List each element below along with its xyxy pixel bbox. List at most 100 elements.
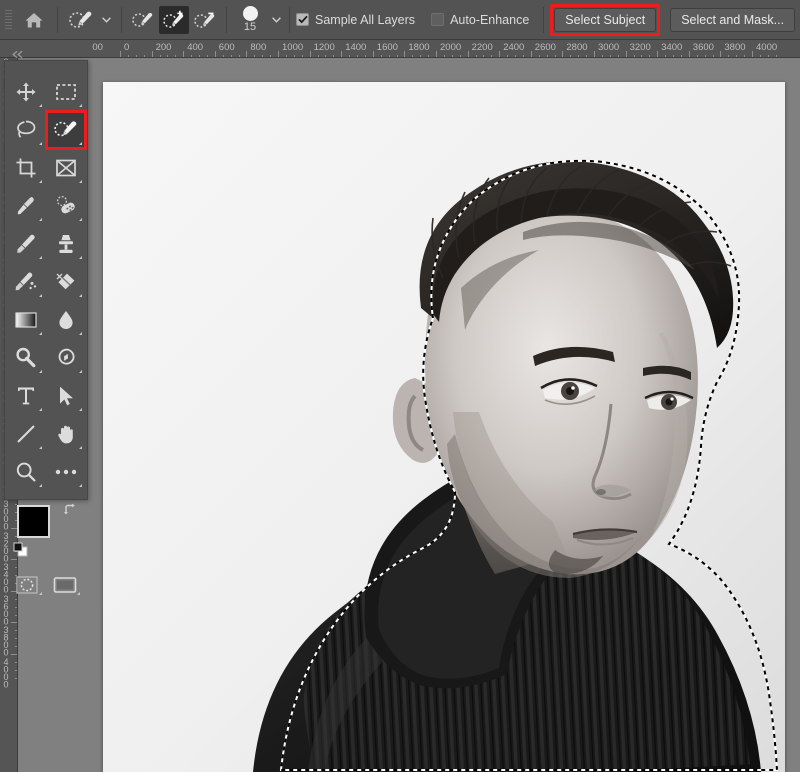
photoshop-window: 15 Sample All Layers Auto-Enhance Select… — [0, 0, 800, 772]
move-tool[interactable] — [6, 73, 46, 111]
tool-options-corner — [39, 294, 42, 297]
ruler-tick-label: 4000 — [1, 657, 11, 687]
ruler-tick — [626, 51, 627, 58]
select-and-mask-button[interactable]: Select and Mask... — [670, 8, 795, 32]
quick-selection-tool[interactable] — [46, 111, 86, 149]
ruler-tick-label: 200 — [156, 43, 172, 53]
brush-size-picker[interactable]: 15 — [233, 4, 283, 36]
ruler-tick — [120, 51, 121, 58]
ruler-tick — [341, 51, 342, 58]
tool-options-corner — [79, 256, 82, 259]
subtract-from-selection-button[interactable] — [190, 6, 220, 34]
path-selection-tool[interactable] — [46, 377, 86, 415]
default-colors-icon[interactable] — [13, 542, 29, 563]
ruler-tick-label: 2600 — [535, 43, 556, 53]
ruler-tick — [720, 51, 721, 58]
brush-tool[interactable] — [6, 225, 46, 263]
select-subject-button[interactable]: Select Subject — [554, 8, 656, 32]
ruler-tick-label: 2800 — [566, 43, 587, 53]
blur-tool[interactable] — [46, 301, 86, 339]
quick-mask-mode-button[interactable] — [11, 573, 43, 597]
ruler-tick-label: 1600 — [377, 43, 398, 53]
ruler-tick — [468, 51, 469, 58]
tools-grid — [5, 73, 87, 491]
new-selection-button[interactable] — [128, 6, 158, 34]
ruler-tick — [11, 654, 18, 655]
ruler-tick-label: 1400 — [345, 43, 366, 53]
tool-options-corner — [39, 142, 42, 145]
ruler-tick-label: 2400 — [503, 43, 524, 53]
canvas-workspace[interactable] — [18, 58, 800, 772]
hand-tool[interactable] — [46, 415, 86, 453]
tool-options-corner — [79, 484, 82, 487]
spot-healing-brush-tool[interactable] — [46, 187, 86, 225]
lasso-tool[interactable] — [6, 111, 46, 149]
foreground-color-swatch[interactable] — [17, 505, 50, 538]
ruler-tick-label: 3800 — [724, 43, 745, 53]
document-canvas[interactable] — [103, 82, 785, 772]
eyedropper-tool[interactable] — [6, 187, 46, 225]
add-to-selection-button[interactable] — [159, 6, 189, 34]
horizontal-ruler[interactable]: 0002004006008001000120014001600180020002… — [0, 40, 800, 58]
ruler-tick — [689, 51, 690, 58]
ruler-tick-label: 800 — [250, 43, 266, 53]
divider — [226, 7, 227, 33]
tool-options-corner — [79, 446, 82, 449]
tool-options-corner — [39, 104, 42, 107]
brush-preview[interactable]: 15 — [233, 4, 267, 36]
tool-options-corner — [79, 294, 82, 297]
dodge-tool[interactable] — [6, 339, 46, 377]
ruler-tick-label: 3000 — [1, 499, 11, 529]
tool-options-corner — [39, 446, 42, 449]
auto-enhance-checkbox[interactable]: Auto-Enhance — [431, 13, 529, 27]
clone-stamp-tool[interactable] — [46, 225, 86, 263]
tool-options-corner — [39, 370, 42, 373]
tool-options-corner — [79, 142, 82, 145]
sample-all-layers-checkbox[interactable]: Sample All Layers — [296, 13, 415, 27]
swap-colors-icon[interactable] — [63, 503, 77, 521]
ruler-tick — [657, 51, 658, 58]
checkbox-box[interactable] — [296, 13, 309, 26]
ruler-tick-label: 3600 — [693, 43, 714, 53]
ruler-tick-label: 3000 — [598, 43, 619, 53]
tool-options-corner — [79, 180, 82, 183]
tool-options-corner — [39, 256, 42, 259]
ruler-tick — [246, 51, 247, 58]
ruler-tick-label: 2000 — [440, 43, 461, 53]
ruler-tick — [531, 51, 532, 58]
line-tool[interactable] — [6, 415, 46, 453]
ruler-tick — [594, 51, 595, 58]
portrait-photo-image — [103, 82, 785, 772]
tools-panel — [4, 60, 88, 500]
divider — [57, 7, 58, 33]
options-bar-grip[interactable] — [3, 9, 13, 31]
frame-tool[interactable] — [46, 149, 86, 187]
ruler-tick — [310, 51, 311, 58]
gradient-tool[interactable] — [6, 301, 46, 339]
zoom-tool[interactable] — [6, 453, 46, 491]
tool-preset-picker[interactable] — [64, 6, 115, 34]
auto-enhance-label: Auto-Enhance — [450, 13, 529, 27]
ruler-tick-label: 400 — [187, 43, 203, 53]
tool-options-corner — [39, 180, 42, 183]
crop-tool[interactable] — [6, 149, 46, 187]
divider — [5, 491, 87, 499]
ruler-tick-label: 3600 — [1, 594, 11, 624]
ruler-tick — [11, 622, 18, 623]
home-icon[interactable] — [17, 5, 51, 35]
type-tool[interactable] — [6, 377, 46, 415]
checkbox-box[interactable] — [431, 13, 444, 26]
eraser-tool[interactable] — [46, 263, 86, 301]
edit-toolbar-button[interactable] — [46, 453, 86, 491]
ruler-tick-label: 3200 — [1, 531, 11, 561]
ruler-tick — [215, 51, 216, 58]
history-brush-tool[interactable] — [6, 263, 46, 301]
double-chevron-left-icon[interactable] — [5, 48, 89, 61]
brush-tip-icon — [243, 6, 258, 21]
chevron-down-icon[interactable] — [269, 10, 283, 30]
rectangular-marquee-tool[interactable] — [46, 73, 86, 111]
pen-tool[interactable] — [46, 339, 86, 377]
selection-mode-group — [128, 6, 220, 34]
chevron-down-icon[interactable] — [99, 10, 113, 30]
screen-mode-button[interactable] — [49, 573, 81, 597]
